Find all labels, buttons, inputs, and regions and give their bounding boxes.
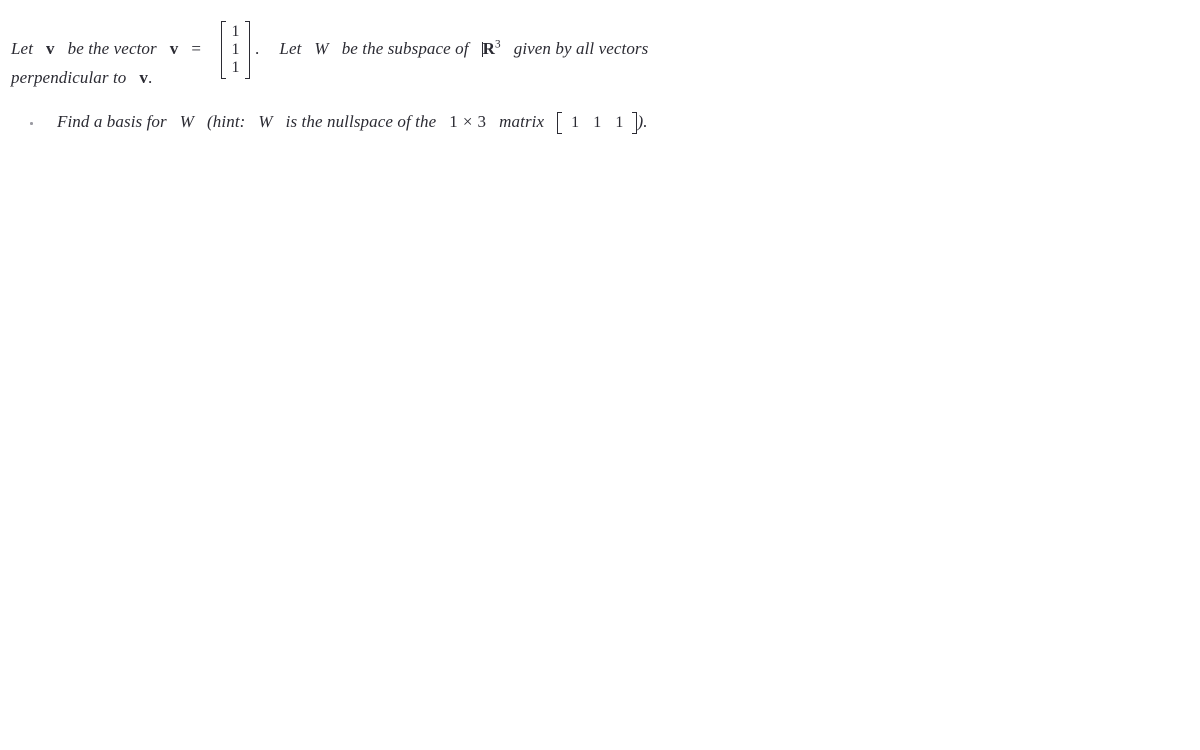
text-be-the-vector: be the vector (67, 39, 157, 59)
text-be-the-subspace-of: be the subspace of (341, 39, 469, 59)
problem-statement-line-2: perpendicular to v. (11, 69, 152, 86)
text-find-a-basis-for: Find a basis for (57, 112, 167, 132)
colvec-entries: 111 (226, 22, 245, 79)
text-is-the-nullspace-of-the: is the nullspace of the (285, 112, 437, 132)
column-vector-v: 111 (221, 21, 251, 79)
text-let-2: Let (279, 39, 302, 59)
colvec-row: 1 (229, 23, 242, 41)
matrix-dim-rows: 1 (449, 112, 458, 132)
blackboard-R-symbol: R3 (482, 38, 501, 59)
equals-sign: = (191, 39, 202, 59)
times-sign: × (462, 112, 473, 132)
text-perpendicular-to: perpendicular to (11, 68, 127, 87)
matrix-cell: 1 (231, 59, 240, 77)
subspace-symbol-W-2: W (179, 112, 195, 132)
text-let-1: Let (11, 39, 34, 59)
matrix-cell: 1 (593, 113, 602, 131)
rowvec-row: 111 (564, 113, 630, 131)
field-exponent: 3 (495, 38, 501, 51)
matrix-cell: 1 (231, 22, 240, 40)
text-close-paren: ). (637, 112, 648, 132)
text-hint-open: (hint: (207, 112, 246, 132)
vector-symbol-v-2: v (169, 39, 179, 59)
list-bullet-marker (30, 122, 33, 125)
matrix-cell: 1 (615, 113, 624, 131)
document-page: { "page": { "background_color": "#ffffff… (0, 0, 1200, 750)
matrix-dim-cols: 3 (477, 112, 487, 132)
period-end-line-2: . (148, 68, 153, 87)
text-matrix: matrix (499, 112, 545, 132)
subspace-symbol-W-3: W (258, 112, 273, 132)
row-matrix-ones: 111 (557, 112, 638, 134)
period-after-vector: . (255, 39, 260, 59)
field-letter: R (482, 39, 495, 59)
text-given-by-all-vectors: given by all vectors (513, 39, 649, 59)
right-bracket-colvec (245, 21, 251, 79)
matrix-cell: 1 (571, 113, 580, 131)
rowvec-entries: 111 (562, 113, 632, 131)
colvec-row: 1 (229, 41, 242, 59)
matrix-cell: 1 (231, 40, 240, 58)
task-line: Find a basis for W (hint: Wis the nullspace… (57, 112, 648, 134)
vector-symbol-v-3: v (139, 68, 148, 87)
colvec-row: 1 (229, 59, 242, 77)
subspace-symbol-W-1: W (314, 39, 329, 59)
vector-symbol-v-1: v (46, 39, 55, 59)
